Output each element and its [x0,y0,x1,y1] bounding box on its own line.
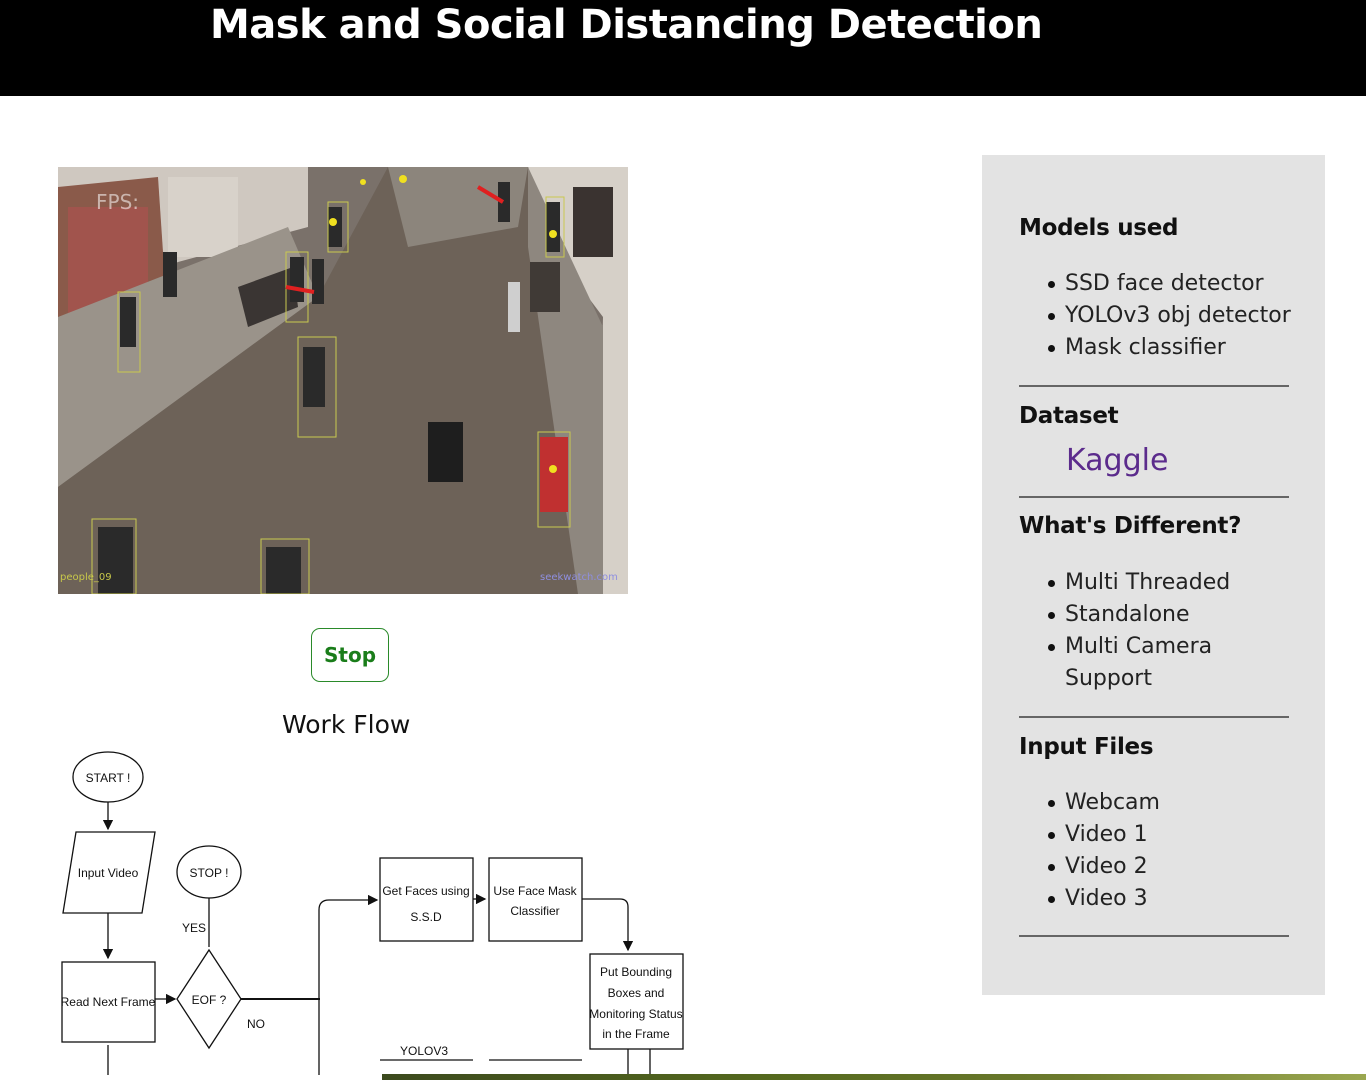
divider [1019,385,1289,387]
list-item: Multi Camera Support [1045,631,1240,695]
list-item: SSD face detector [1045,268,1291,300]
models-section: Models used [1019,215,1289,241]
flow-start-label: START ! [86,771,131,785]
models-list: SSD face detector YOLOv3 obj detector Ma… [1045,268,1291,364]
list-item: Mask classifier [1045,332,1291,364]
models-heading: Models used [1019,215,1179,241]
divider [1019,935,1289,937]
stop-button[interactable]: Stop [311,628,389,682]
flow-get-faces-label-1: Get Faces using [382,884,469,898]
video-watermark-right: seekwatch.com [540,572,618,583]
list-item: Multi Threaded [1045,567,1275,599]
flow-yes-label: YES [182,921,206,935]
flow-get-faces-label-2: S.S.D [410,910,442,924]
flow-mask-classifier-label-1: Use Face Mask [493,884,577,898]
info-sidebar: Models used SSD face detector YOLOv3 obj… [982,155,1325,995]
flow-bbox-label-1: Put Bounding [600,965,672,979]
page-title: Mask and Social Distancing Detection [210,2,1043,48]
video-feed [58,167,628,594]
dataset-heading: Dataset [1019,403,1119,429]
input-file-video-3[interactable]: Video 3 [1045,883,1160,915]
flow-eof-label: EOF ? [192,993,227,1007]
flow-no-label: NO [247,1017,265,1031]
input-files-heading: Input Files [1019,734,1154,760]
flow-bbox-label-3: Monitoring Status [589,1007,682,1021]
flow-bbox-label-4: in the Frame [602,1027,670,1041]
flow-input-video-label: Input Video [78,866,139,880]
input-files-list: Webcam Video 1 Video 2 Video 3 [1045,787,1160,915]
workflow-title: Work Flow [282,710,411,739]
video-watermark-left: people_09 [60,572,112,583]
input-file-video-2[interactable]: Video 2 [1045,851,1160,883]
different-section: What's Different? [1019,513,1289,539]
different-heading: What's Different? [1019,513,1242,539]
flow-bbox-label-2: Boxes and [608,986,665,1000]
app-header: Mask and Social Distancing Detection [0,0,1366,96]
flow-stop-label: STOP ! [190,866,229,880]
video-frame-image [58,167,628,594]
flow-mask-classifier-label-2: Classifier [510,904,559,918]
list-item: YOLOv3 obj detector [1045,300,1291,332]
list-item: Standalone [1045,599,1275,631]
divider [1019,496,1289,498]
different-list: Multi Threaded Standalone Multi Camera S… [1045,567,1275,695]
bottom-image-strip [382,1074,1366,1080]
input-file-video-1[interactable]: Video 1 [1045,819,1160,851]
input-file-webcam[interactable]: Webcam [1045,787,1160,819]
flow-read-frame-label: Read Next Frame [61,995,156,1009]
kaggle-link[interactable]: Kaggle [1066,443,1168,478]
workflow-diagram: START ! Input Video STOP ! YES Read Next… [61,751,684,1075]
fps-label: FPS: [96,190,139,214]
dataset-section: Dataset [1019,403,1289,429]
input-files-section: Input Files [1019,734,1289,760]
divider [1019,716,1289,718]
flow-yolo-label: YOLOV3 [400,1044,448,1058]
